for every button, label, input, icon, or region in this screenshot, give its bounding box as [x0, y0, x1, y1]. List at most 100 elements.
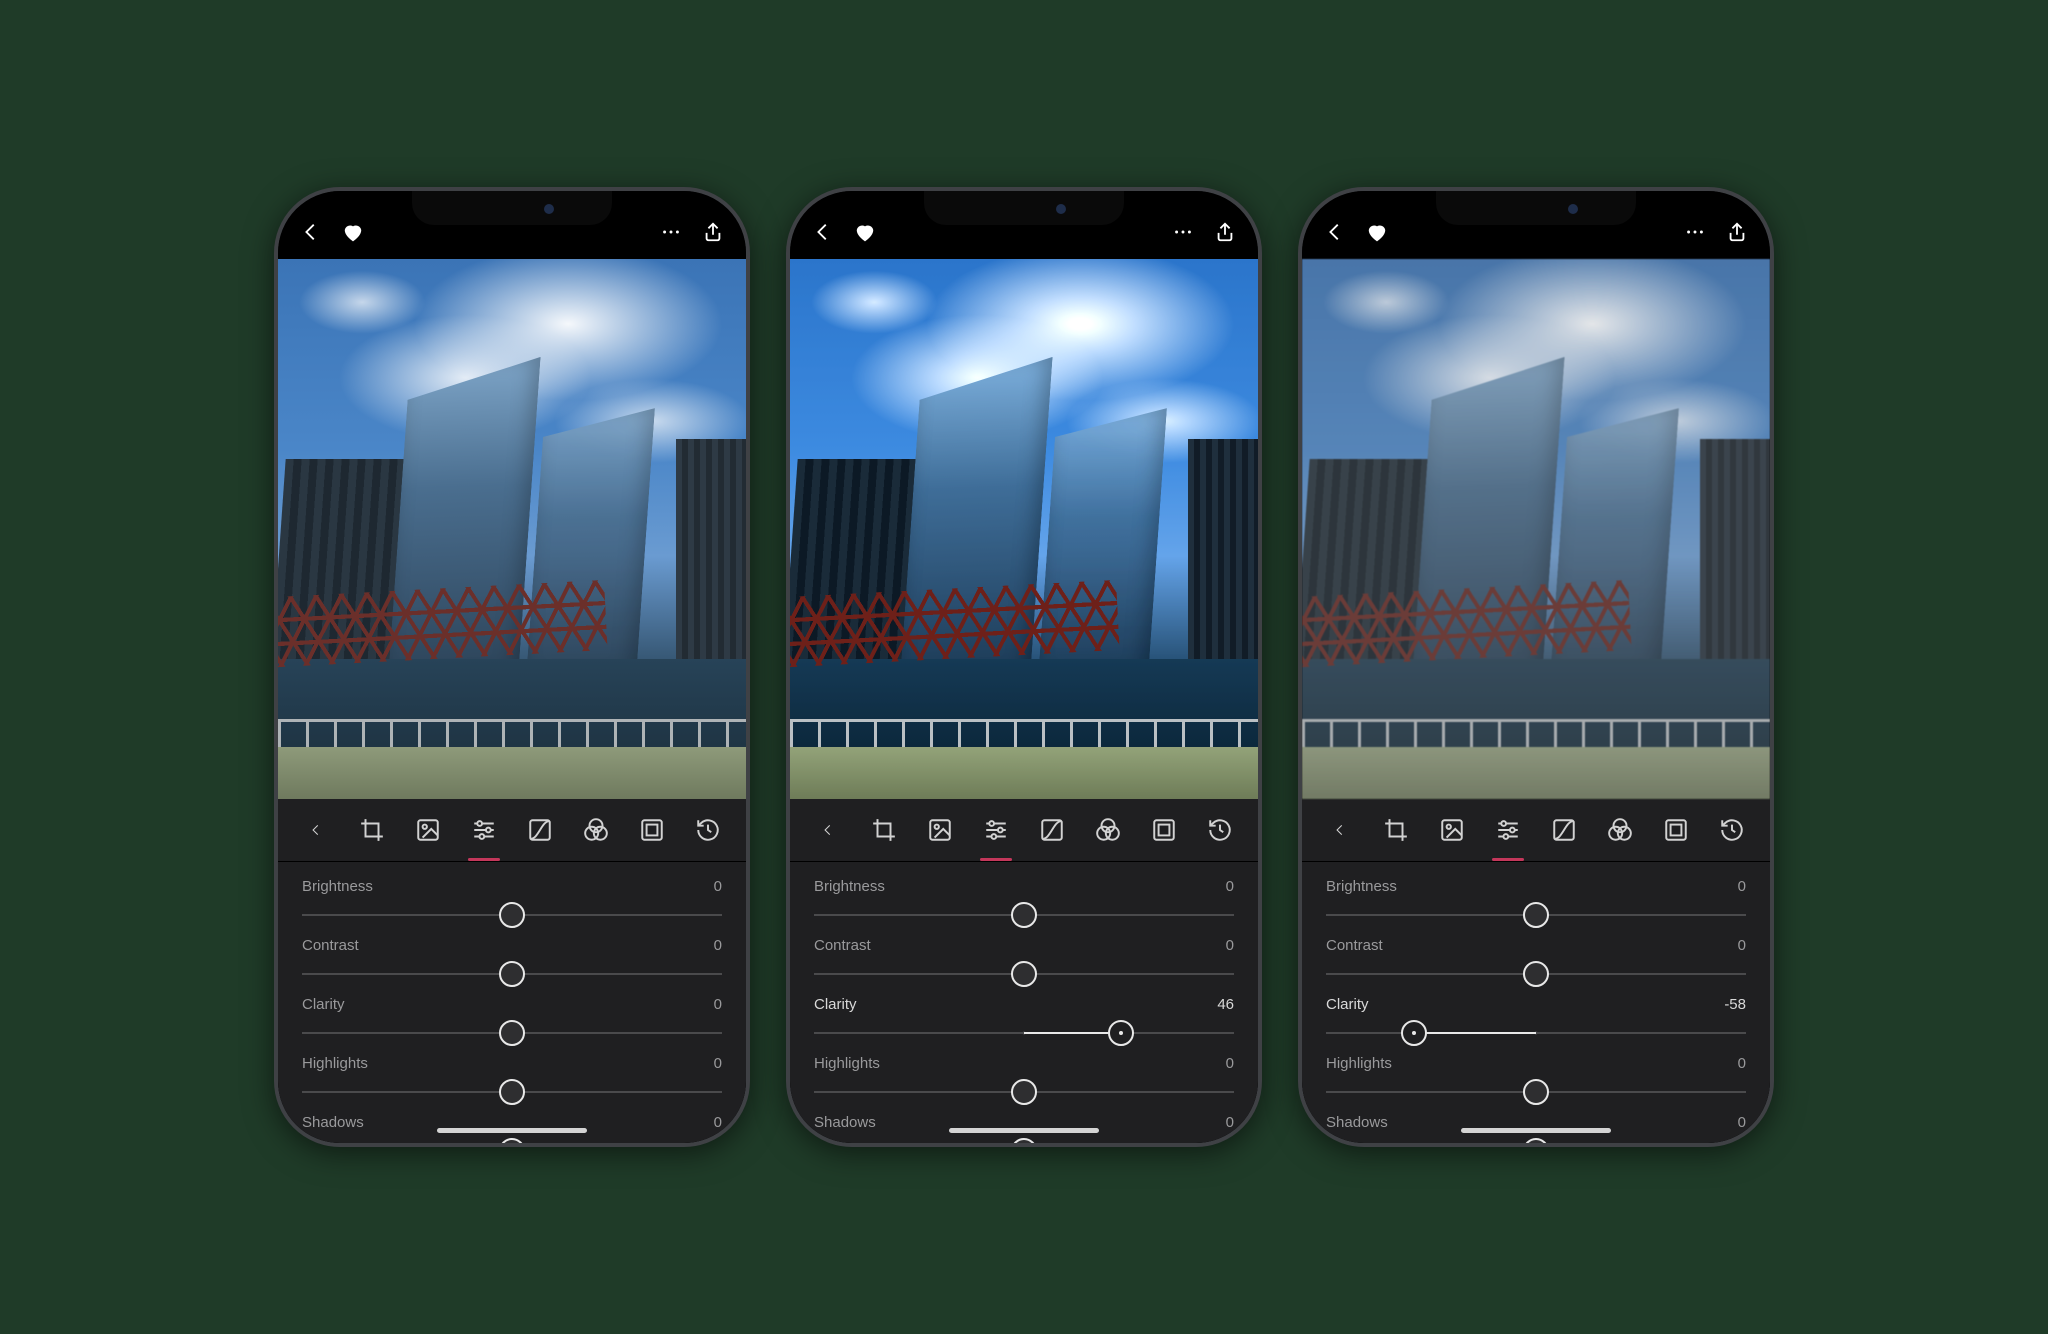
slider-thumb[interactable]	[1011, 902, 1037, 928]
slider-row-shadows: Shadows0	[814, 1108, 1234, 1143]
slider-thumb[interactable]	[1523, 1138, 1549, 1143]
adjustments-panel: Brightness0Contrast0Clarity-58Highlights…	[1302, 862, 1770, 1143]
slider-label: Shadows	[1326, 1114, 1388, 1131]
slider-thumb[interactable]	[1523, 1079, 1549, 1105]
share-button[interactable]	[702, 221, 724, 243]
slider-label: Contrast	[814, 937, 871, 954]
share-button[interactable]	[1726, 221, 1748, 243]
tool-crop[interactable]	[358, 815, 386, 845]
slider-row-shadows: Shadows0	[1326, 1108, 1746, 1143]
home-indicator[interactable]	[949, 1128, 1099, 1133]
slider-highlights[interactable]	[302, 1080, 722, 1104]
slider-highlights[interactable]	[814, 1080, 1234, 1104]
tool-image[interactable]	[926, 815, 954, 845]
slider-contrast[interactable]	[814, 962, 1234, 986]
tool-curves[interactable]	[526, 815, 554, 845]
tool-image[interactable]	[414, 815, 442, 845]
slider-value: 0	[714, 996, 722, 1013]
tool-back[interactable]	[814, 815, 842, 845]
tool-strip	[790, 799, 1258, 862]
phone-1: Brightness0Contrast0Clarity46Highlights0…	[786, 187, 1262, 1147]
slider-shadows[interactable]	[814, 1139, 1234, 1143]
slider-clarity[interactable]	[814, 1021, 1234, 1045]
favorite-button[interactable]	[342, 221, 364, 243]
slider-thumb[interactable]	[499, 1079, 525, 1105]
slider-thumb[interactable]	[1011, 1079, 1037, 1105]
phone-0: Brightness0Contrast0Clarity0Highlights0S…	[274, 187, 750, 1147]
slider-contrast[interactable]	[302, 962, 722, 986]
slider-label: Contrast	[302, 937, 359, 954]
slider-thumb[interactable]	[1401, 1020, 1427, 1046]
tool-filters[interactable]	[1094, 815, 1122, 845]
slider-thumb[interactable]	[499, 1020, 525, 1046]
slider-label: Clarity	[1326, 996, 1369, 1013]
tool-frame[interactable]	[1662, 815, 1690, 845]
tool-history[interactable]	[694, 815, 722, 845]
slider-value: 0	[1738, 878, 1746, 895]
slider-thumb[interactable]	[1108, 1020, 1134, 1046]
tool-image[interactable]	[1438, 815, 1466, 845]
tool-strip	[278, 799, 746, 862]
tool-crop[interactable]	[1382, 815, 1410, 845]
tool-back[interactable]	[1326, 815, 1354, 845]
tool-frame[interactable]	[638, 815, 666, 845]
slider-brightness[interactable]	[1326, 903, 1746, 927]
slider-contrast[interactable]	[1326, 962, 1746, 986]
slider-thumb[interactable]	[499, 961, 525, 987]
slider-row-brightness: Brightness0	[814, 872, 1234, 931]
slider-label: Highlights	[814, 1055, 880, 1072]
favorite-button[interactable]	[1366, 221, 1388, 243]
slider-thumb[interactable]	[1011, 1138, 1037, 1143]
photo-preview[interactable]	[1302, 259, 1770, 799]
tool-back[interactable]	[302, 815, 330, 845]
slider-shadows[interactable]	[1326, 1139, 1746, 1143]
tool-curves[interactable]	[1550, 815, 1578, 845]
back-button[interactable]	[812, 221, 834, 243]
slider-value: 0	[1226, 878, 1234, 895]
photo-preview[interactable]	[278, 259, 746, 799]
home-indicator[interactable]	[1461, 1128, 1611, 1133]
slider-brightness[interactable]	[302, 903, 722, 927]
slider-row-clarity: Clarity46	[814, 990, 1234, 1049]
tool-adjust[interactable]	[1494, 815, 1522, 845]
slider-thumb[interactable]	[1523, 902, 1549, 928]
back-button[interactable]	[1324, 221, 1346, 243]
more-button[interactable]	[1684, 221, 1706, 243]
adjustments-panel: Brightness0Contrast0Clarity46Highlights0…	[790, 862, 1258, 1143]
tool-adjust[interactable]	[470, 815, 498, 845]
tool-history[interactable]	[1206, 815, 1234, 845]
slider-row-contrast: Contrast0	[1326, 931, 1746, 990]
home-indicator[interactable]	[437, 1128, 587, 1133]
slider-brightness[interactable]	[814, 903, 1234, 927]
tool-curves[interactable]	[1038, 815, 1066, 845]
tool-frame[interactable]	[1150, 815, 1178, 845]
slider-thumb[interactable]	[499, 902, 525, 928]
tool-filters[interactable]	[1606, 815, 1634, 845]
slider-thumb[interactable]	[1011, 961, 1037, 987]
tool-crop[interactable]	[870, 815, 898, 845]
more-button[interactable]	[1172, 221, 1194, 243]
share-button[interactable]	[1214, 221, 1236, 243]
favorite-button[interactable]	[854, 221, 876, 243]
slider-value: 0	[1738, 1055, 1746, 1072]
slider-row-shadows: Shadows0	[302, 1108, 722, 1143]
slider-value: 0	[1226, 1114, 1234, 1131]
slider-highlights[interactable]	[1326, 1080, 1746, 1104]
slider-label: Clarity	[814, 996, 857, 1013]
slider-clarity[interactable]	[1326, 1021, 1746, 1045]
slider-label: Contrast	[1326, 937, 1383, 954]
slider-value: 0	[714, 878, 722, 895]
more-button[interactable]	[660, 221, 682, 243]
slider-row-contrast: Contrast0	[302, 931, 722, 990]
back-button[interactable]	[300, 221, 322, 243]
slider-clarity[interactable]	[302, 1021, 722, 1045]
slider-shadows[interactable]	[302, 1139, 722, 1143]
slider-thumb[interactable]	[1523, 961, 1549, 987]
photo-preview[interactable]	[790, 259, 1258, 799]
tool-filters[interactable]	[582, 815, 610, 845]
slider-thumb[interactable]	[499, 1138, 525, 1143]
slider-row-contrast: Contrast0	[814, 931, 1234, 990]
tool-history[interactable]	[1718, 815, 1746, 845]
slider-label: Brightness	[1326, 878, 1397, 895]
tool-adjust[interactable]	[982, 815, 1010, 845]
